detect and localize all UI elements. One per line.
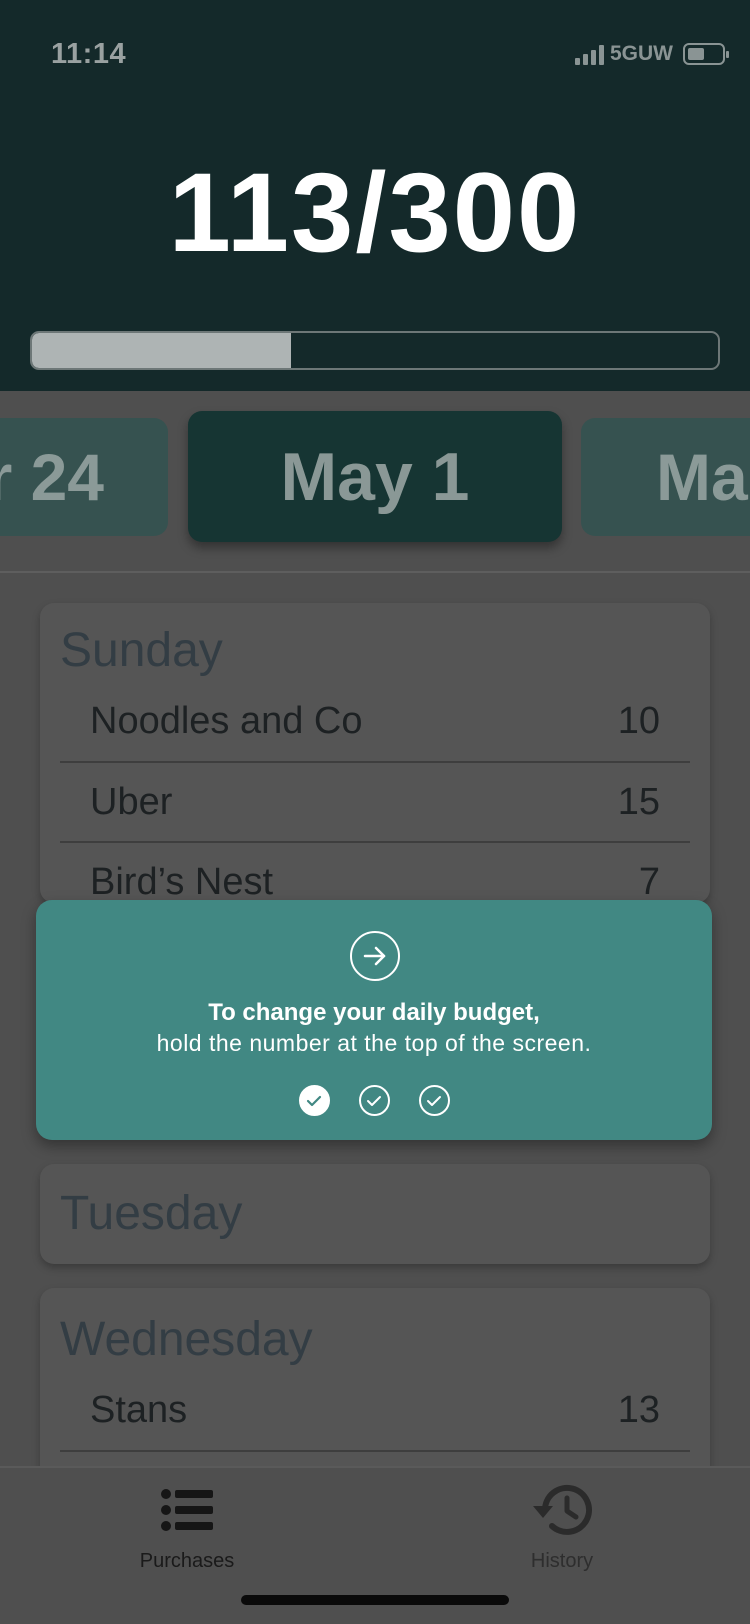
purchase-row[interactable]: Uber 15 (60, 761, 690, 841)
status-indicators: 5GUW (575, 42, 729, 66)
status-time: 11:14 (51, 38, 127, 70)
purchase-row[interactable]: Stans 13 (60, 1370, 690, 1450)
date-card-next[interactable]: Ma (581, 418, 750, 536)
history-icon (462, 1480, 662, 1540)
step-check-icon (358, 1085, 390, 1116)
day-title: Wednesday (60, 1313, 313, 1366)
day-card-tuesday[interactable]: Tuesday (40, 1164, 710, 1264)
purchase-name: Uber (90, 780, 173, 823)
purchase-row[interactable]: Bird’s Nest 7 (60, 841, 690, 903)
tab-history[interactable]: History (462, 1480, 662, 1573)
network-label: 5GUW (610, 42, 673, 65)
purchase-name: Bird’s Nest (90, 860, 274, 903)
purchase-row[interactable]: Noodles and Co 10 (60, 681, 690, 761)
home-indicator[interactable] (241, 1595, 509, 1605)
step-check-icon (298, 1085, 330, 1116)
tab-label: Purchases (139, 1550, 235, 1572)
purchase-amount: 13 (617, 1388, 660, 1431)
day-card-sunday: Sunday Noodles and Co 10 Uber 15 Bird’s … (40, 603, 710, 903)
divider (0, 571, 750, 573)
arrow-right-icon[interactable] (350, 931, 400, 981)
day-title: Sunday (60, 624, 223, 677)
budget-progress-bar (30, 331, 720, 370)
date-card-current[interactable]: May 1 (188, 411, 562, 542)
budget-progress-fill (32, 333, 291, 368)
onboarding-tip[interactable]: To change your daily budget, hold the nu… (36, 900, 712, 1140)
purchase-name: Stans (90, 1388, 188, 1431)
date-card-previous[interactable]: r 24 (0, 418, 168, 536)
signal-icon (575, 43, 604, 65)
battery-icon (683, 43, 729, 65)
date-carousel[interactable]: r 24 May 1 Ma (0, 391, 750, 571)
purchase-amount: 7 (638, 860, 660, 903)
purchase-amount: 10 (617, 699, 660, 742)
tab-label: History (530, 1550, 594, 1572)
daily-budget-counter[interactable]: 113/300 (0, 148, 750, 277)
tip-step-indicators (36, 1085, 712, 1116)
tab-purchases[interactable]: Purchases (87, 1480, 287, 1573)
tip-title: To change your daily budget, (208, 999, 540, 1026)
purchase-amount: 15 (617, 780, 660, 823)
step-check-icon (418, 1085, 450, 1116)
header: 11:14 5GUW 113/300 (0, 0, 750, 391)
purchase-name: Noodles and Co (90, 699, 363, 742)
list-icon (87, 1480, 287, 1540)
day-title: Tuesday (60, 1187, 243, 1240)
tip-text: hold the number at the top of the screen… (156, 1030, 592, 1056)
